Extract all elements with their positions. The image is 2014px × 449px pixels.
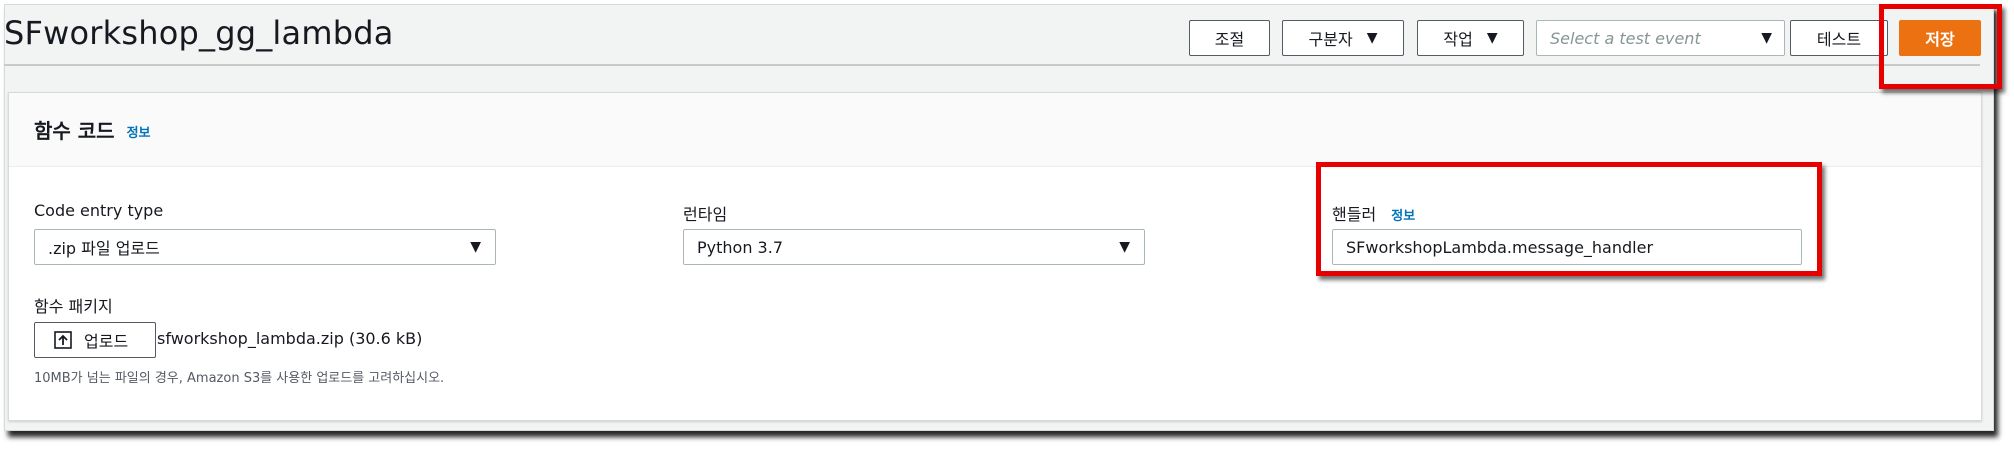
caret-down-icon: ▼ bbox=[1761, 30, 1772, 46]
test-event-select[interactable]: Select a test event ▼ bbox=[1536, 20, 1785, 56]
runtime-select[interactable]: Python 3.7 ▼ bbox=[683, 229, 1145, 265]
qualifiers-label: 구분자 bbox=[1308, 30, 1353, 49]
upload-button[interactable]: 업로드 bbox=[34, 322, 156, 358]
code-entry-type-value: .zip 파일 업로드 bbox=[48, 239, 160, 258]
page-title: SFworkshop_gg_lambda bbox=[4, 14, 394, 52]
test-event-placeholder: Select a test event bbox=[1550, 28, 1701, 48]
actions-label: 작업 bbox=[1443, 30, 1473, 49]
caret-down-icon: ▼ bbox=[1119, 239, 1130, 255]
uploaded-file-name: sfworkshop_lambda.zip (30.6 kB) bbox=[157, 329, 423, 348]
panel-header: 함수 코드 정보 bbox=[9, 93, 1981, 167]
test-button[interactable]: 테스트 bbox=[1790, 20, 1888, 56]
highlight-handler bbox=[1316, 162, 1822, 276]
panel-title: 함수 코드 bbox=[34, 119, 115, 143]
throttle-button-label: 조절 bbox=[1214, 30, 1245, 49]
runtime-value: Python 3.7 bbox=[697, 237, 783, 257]
highlight-save bbox=[1879, 4, 2002, 89]
upload-icon bbox=[54, 331, 72, 349]
code-entry-type-select[interactable]: .zip 파일 업로드 ▼ bbox=[34, 229, 496, 265]
code-entry-type-label: Code entry type bbox=[34, 201, 164, 220]
qualifiers-dropdown[interactable]: 구분자 ▼ bbox=[1282, 20, 1404, 56]
caret-down-icon: ▼ bbox=[1366, 30, 1378, 46]
caret-down-icon: ▼ bbox=[470, 239, 481, 255]
test-button-label: 테스트 bbox=[1816, 30, 1862, 49]
function-package-label: 함수 패키지 bbox=[34, 297, 113, 316]
caret-down-icon: ▼ bbox=[1486, 30, 1498, 46]
runtime-label: 런타임 bbox=[683, 205, 728, 224]
upload-button-label: 업로드 bbox=[84, 332, 129, 351]
header-divider bbox=[4, 64, 1980, 66]
actions-dropdown[interactable]: 작업 ▼ bbox=[1417, 20, 1524, 56]
info-link[interactable]: 정보 bbox=[127, 122, 151, 141]
throttle-button[interactable]: 조절 bbox=[1189, 20, 1270, 56]
upload-hint: 10MB가 넘는 파일의 경우, Amazon S3를 사용한 업로드를 고려하… bbox=[34, 371, 445, 386]
